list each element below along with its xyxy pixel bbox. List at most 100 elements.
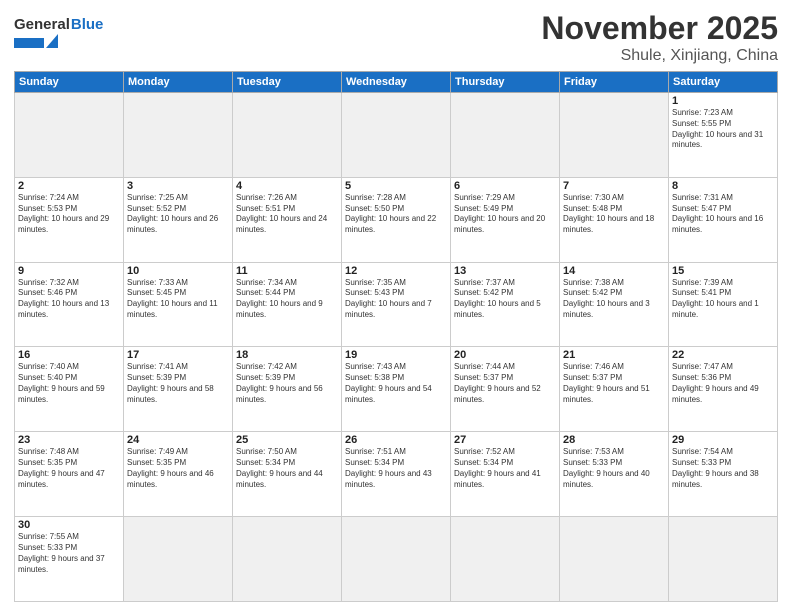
calendar-cell: 29Sunrise: 7:54 AM Sunset: 5:33 PM Dayli… xyxy=(669,432,778,517)
day-info: Sunrise: 7:47 AM Sunset: 5:36 PM Dayligh… xyxy=(672,362,774,405)
day-number: 10 xyxy=(127,265,229,277)
calendar-cell: 21Sunrise: 7:46 AM Sunset: 5:37 PM Dayli… xyxy=(560,347,669,432)
calendar-cell: 28Sunrise: 7:53 AM Sunset: 5:33 PM Dayli… xyxy=(560,432,669,517)
day-info: Sunrise: 7:24 AM Sunset: 5:53 PM Dayligh… xyxy=(18,193,120,236)
day-number: 14 xyxy=(563,265,665,277)
day-info: Sunrise: 7:51 AM Sunset: 5:34 PM Dayligh… xyxy=(345,447,447,490)
day-info: Sunrise: 7:25 AM Sunset: 5:52 PM Dayligh… xyxy=(127,193,229,236)
logo-blue-text: Blue xyxy=(71,16,104,33)
day-info: Sunrise: 7:31 AM Sunset: 5:47 PM Dayligh… xyxy=(672,193,774,236)
calendar-week-row: 1Sunrise: 7:23 AM Sunset: 5:55 PM Daylig… xyxy=(15,93,778,178)
day-info: Sunrise: 7:33 AM Sunset: 5:45 PM Dayligh… xyxy=(127,278,229,321)
calendar-cell: 30Sunrise: 7:55 AM Sunset: 5:33 PM Dayli… xyxy=(15,517,124,602)
calendar-cell xyxy=(124,93,233,178)
calendar-week-row: 9Sunrise: 7:32 AM Sunset: 5:46 PM Daylig… xyxy=(15,262,778,347)
day-number: 21 xyxy=(563,349,665,361)
day-number: 12 xyxy=(345,265,447,277)
title-block: November 2025 Shule, Xinjiang, China xyxy=(541,10,778,65)
day-info: Sunrise: 7:39 AM Sunset: 5:41 PM Dayligh… xyxy=(672,278,774,321)
day-number: 9 xyxy=(18,265,120,277)
day-info: Sunrise: 7:38 AM Sunset: 5:42 PM Dayligh… xyxy=(563,278,665,321)
calendar-cell: 7Sunrise: 7:30 AM Sunset: 5:48 PM Daylig… xyxy=(560,177,669,262)
day-number: 8 xyxy=(672,180,774,192)
day-info: Sunrise: 7:55 AM Sunset: 5:33 PM Dayligh… xyxy=(18,532,120,575)
column-header-sunday: Sunday xyxy=(15,72,124,93)
calendar-cell: 2Sunrise: 7:24 AM Sunset: 5:53 PM Daylig… xyxy=(15,177,124,262)
column-header-tuesday: Tuesday xyxy=(233,72,342,93)
column-header-saturday: Saturday xyxy=(669,72,778,93)
calendar-cell: 16Sunrise: 7:40 AM Sunset: 5:40 PM Dayli… xyxy=(15,347,124,432)
day-info: Sunrise: 7:53 AM Sunset: 5:33 PM Dayligh… xyxy=(563,447,665,490)
logo-rect xyxy=(14,38,44,48)
day-info: Sunrise: 7:48 AM Sunset: 5:35 PM Dayligh… xyxy=(18,447,120,490)
calendar-cell xyxy=(15,93,124,178)
day-info: Sunrise: 7:54 AM Sunset: 5:33 PM Dayligh… xyxy=(672,447,774,490)
day-info: Sunrise: 7:32 AM Sunset: 5:46 PM Dayligh… xyxy=(18,278,120,321)
day-number: 29 xyxy=(672,434,774,446)
calendar-cell: 8Sunrise: 7:31 AM Sunset: 5:47 PM Daylig… xyxy=(669,177,778,262)
calendar-cell: 27Sunrise: 7:52 AM Sunset: 5:34 PM Dayli… xyxy=(451,432,560,517)
calendar-cell xyxy=(342,517,451,602)
calendar-cell: 23Sunrise: 7:48 AM Sunset: 5:35 PM Dayli… xyxy=(15,432,124,517)
day-number: 20 xyxy=(454,349,556,361)
day-number: 13 xyxy=(454,265,556,277)
day-number: 17 xyxy=(127,349,229,361)
calendar-week-row: 23Sunrise: 7:48 AM Sunset: 5:35 PM Dayli… xyxy=(15,432,778,517)
header: General Blue November 2025 Shule, Xinjia… xyxy=(14,10,778,65)
day-number: 7 xyxy=(563,180,665,192)
calendar-cell xyxy=(233,93,342,178)
logo-general-text: General xyxy=(14,16,70,33)
calendar-cell: 3Sunrise: 7:25 AM Sunset: 5:52 PM Daylig… xyxy=(124,177,233,262)
day-number: 22 xyxy=(672,349,774,361)
logo-triangle xyxy=(46,34,58,48)
day-info: Sunrise: 7:23 AM Sunset: 5:55 PM Dayligh… xyxy=(672,108,774,151)
day-number: 19 xyxy=(345,349,447,361)
calendar-cell: 14Sunrise: 7:38 AM Sunset: 5:42 PM Dayli… xyxy=(560,262,669,347)
calendar-cell xyxy=(560,517,669,602)
column-header-monday: Monday xyxy=(124,72,233,93)
day-number: 4 xyxy=(236,180,338,192)
calendar-cell: 19Sunrise: 7:43 AM Sunset: 5:38 PM Dayli… xyxy=(342,347,451,432)
calendar-cell xyxy=(451,517,560,602)
calendar-cell: 25Sunrise: 7:50 AM Sunset: 5:34 PM Dayli… xyxy=(233,432,342,517)
day-number: 18 xyxy=(236,349,338,361)
day-number: 5 xyxy=(345,180,447,192)
calendar-cell: 1Sunrise: 7:23 AM Sunset: 5:55 PM Daylig… xyxy=(669,93,778,178)
day-info: Sunrise: 7:34 AM Sunset: 5:44 PM Dayligh… xyxy=(236,278,338,321)
day-info: Sunrise: 7:28 AM Sunset: 5:50 PM Dayligh… xyxy=(345,193,447,236)
day-info: Sunrise: 7:50 AM Sunset: 5:34 PM Dayligh… xyxy=(236,447,338,490)
day-info: Sunrise: 7:52 AM Sunset: 5:34 PM Dayligh… xyxy=(454,447,556,490)
calendar-cell: 26Sunrise: 7:51 AM Sunset: 5:34 PM Dayli… xyxy=(342,432,451,517)
day-number: 11 xyxy=(236,265,338,277)
calendar-cell: 15Sunrise: 7:39 AM Sunset: 5:41 PM Dayli… xyxy=(669,262,778,347)
day-number: 28 xyxy=(563,434,665,446)
day-info: Sunrise: 7:26 AM Sunset: 5:51 PM Dayligh… xyxy=(236,193,338,236)
calendar-header-row: SundayMondayTuesdayWednesdayThursdayFrid… xyxy=(15,72,778,93)
calendar-week-row: 30Sunrise: 7:55 AM Sunset: 5:33 PM Dayli… xyxy=(15,517,778,602)
calendar-cell: 13Sunrise: 7:37 AM Sunset: 5:42 PM Dayli… xyxy=(451,262,560,347)
calendar-cell xyxy=(233,517,342,602)
calendar-cell xyxy=(451,93,560,178)
day-info: Sunrise: 7:44 AM Sunset: 5:37 PM Dayligh… xyxy=(454,362,556,405)
calendar-week-row: 2Sunrise: 7:24 AM Sunset: 5:53 PM Daylig… xyxy=(15,177,778,262)
calendar-cell: 24Sunrise: 7:49 AM Sunset: 5:35 PM Dayli… xyxy=(124,432,233,517)
calendar-cell xyxy=(342,93,451,178)
calendar-cell: 20Sunrise: 7:44 AM Sunset: 5:37 PM Dayli… xyxy=(451,347,560,432)
day-number: 23 xyxy=(18,434,120,446)
day-info: Sunrise: 7:37 AM Sunset: 5:42 PM Dayligh… xyxy=(454,278,556,321)
day-number: 30 xyxy=(18,519,120,531)
day-number: 25 xyxy=(236,434,338,446)
calendar-cell xyxy=(124,517,233,602)
day-info: Sunrise: 7:29 AM Sunset: 5:49 PM Dayligh… xyxy=(454,193,556,236)
day-info: Sunrise: 7:49 AM Sunset: 5:35 PM Dayligh… xyxy=(127,447,229,490)
calendar-cell: 22Sunrise: 7:47 AM Sunset: 5:36 PM Dayli… xyxy=(669,347,778,432)
day-number: 26 xyxy=(345,434,447,446)
column-header-wednesday: Wednesday xyxy=(342,72,451,93)
day-info: Sunrise: 7:41 AM Sunset: 5:39 PM Dayligh… xyxy=(127,362,229,405)
day-number: 1 xyxy=(672,95,774,107)
day-info: Sunrise: 7:35 AM Sunset: 5:43 PM Dayligh… xyxy=(345,278,447,321)
day-number: 3 xyxy=(127,180,229,192)
day-number: 16 xyxy=(18,349,120,361)
day-info: Sunrise: 7:46 AM Sunset: 5:37 PM Dayligh… xyxy=(563,362,665,405)
day-info: Sunrise: 7:43 AM Sunset: 5:38 PM Dayligh… xyxy=(345,362,447,405)
